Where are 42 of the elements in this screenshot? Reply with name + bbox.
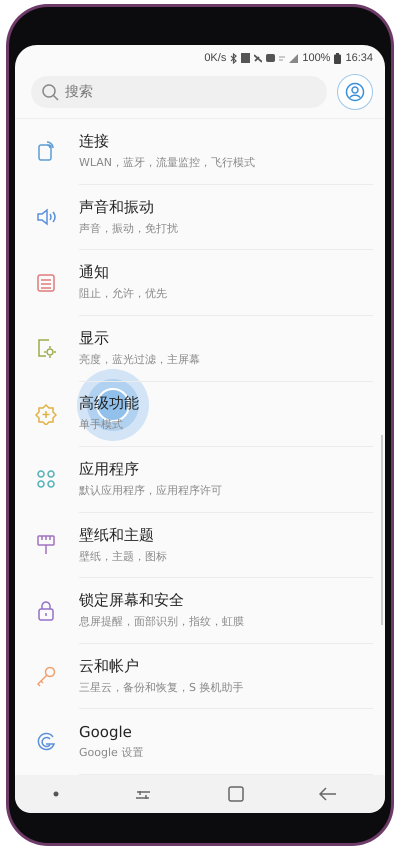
signal-icon (289, 54, 298, 63)
item-subtitle: 声音，振动，免打扰 (79, 220, 179, 236)
back-button[interactable] (319, 786, 338, 801)
settings-item[interactable]: 云和帐户 三星云，备份和恢复，S 换机助手 (15, 643, 385, 709)
item-title: 显示 (79, 328, 110, 348)
item-subtitle: 三星云，备份和恢复，S 换机助手 (79, 680, 244, 695)
item-subtitle: 单手模式 (79, 417, 124, 432)
item-subtitle: Google 设置 (79, 744, 144, 760)
settings-item[interactable]: 壁纸和主题 壁纸，主题，图标 (15, 512, 385, 578)
item-title: 声音和振动 (79, 198, 155, 217)
item-subtitle: 息屏提醒，面部识别，指纹，虹膜 (79, 614, 245, 630)
item-subtitle: WLAN，蓝牙，流量监控，飞行模式 (79, 154, 256, 170)
touch-indicator (77, 369, 149, 441)
item-subtitle: 亮度，蓝光过滤，主屏幕 (79, 352, 201, 367)
battery-level: 100% (302, 52, 330, 64)
dot-icon (52, 790, 59, 797)
item-title: 应用程序 (79, 460, 140, 479)
settings-item[interactable]: 连接 WLAN，蓝牙，流量监控，飞行模式 (15, 118, 385, 184)
item-title: 高级功能 (79, 394, 140, 414)
item-title: 通知 (79, 263, 110, 282)
settings-item[interactable]: 高级功能 单手模式 (15, 381, 385, 447)
item-subtitle: 壁纸，主题，图标 (79, 548, 168, 564)
home-button[interactable] (228, 786, 244, 802)
item-title: 连接 (79, 132, 110, 151)
person-icon (345, 82, 365, 102)
network-speed: 0K/s (204, 52, 226, 64)
search-field[interactable]: 搜索 (31, 76, 327, 108)
item-title: 云和帐户 (79, 656, 140, 676)
settings-item[interactable]: 锁定屏幕和安全 息屏提醒，面部识别，指纹，虹膜 (15, 578, 385, 644)
bluetooth-icon (230, 52, 238, 64)
settings-item[interactable]: 声音和振动 声音，振动，免打扰 (15, 184, 385, 250)
item-title: Google (79, 722, 133, 741)
settings-item[interactable]: 显示 亮度，蓝光过滤，主屏幕 (15, 315, 385, 382)
item-subtitle: 阻止，允许，优先 (79, 286, 168, 302)
item-title: 锁定屏幕和安全 (79, 591, 185, 610)
account-button[interactable] (337, 74, 373, 110)
item-subtitle: 默认应用程序，应用程序许可 (79, 482, 223, 498)
item-title: 壁纸和主题 (79, 526, 155, 544)
battery-icon (334, 52, 342, 64)
settings-item[interactable]: 通知 阻止，允许，优先 (15, 250, 385, 316)
settings-item[interactable]: 应用程序 默认应用程序，应用程序许可 (15, 446, 385, 512)
clock: 16:34 (345, 52, 373, 64)
